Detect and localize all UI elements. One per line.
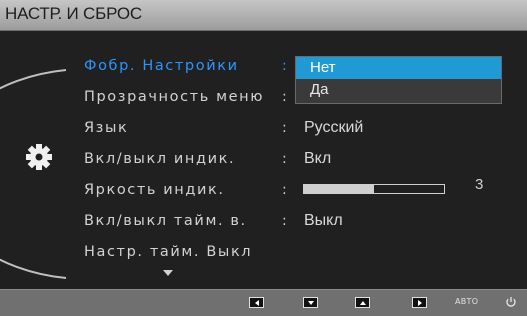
right-arrow-icon xyxy=(417,299,422,306)
left-arrow-icon xyxy=(254,299,259,306)
separator: : xyxy=(282,89,287,105)
menu-item-power-indicator[interactable]: Вкл/выкл индик. xyxy=(84,148,235,170)
down-arrow-icon xyxy=(307,300,314,305)
separator: : xyxy=(282,58,287,74)
dropdown-option-no[interactable]: Нет xyxy=(296,57,501,79)
up-button[interactable] xyxy=(355,297,370,308)
title-bar: НАСТР. И СБРОС xyxy=(0,0,527,31)
page-title: НАСТР. И СБРОС xyxy=(5,4,142,23)
gear-icon xyxy=(26,144,52,170)
enter-button[interactable] xyxy=(412,297,427,308)
brightness-slider-fill xyxy=(304,185,374,193)
down-button[interactable] xyxy=(303,297,318,308)
separator: : xyxy=(282,120,287,136)
auto-button[interactable]: АВТО xyxy=(455,297,478,306)
language-value: Русский xyxy=(304,119,364,136)
brightness-slider[interactable] xyxy=(303,184,445,194)
menu-item-off-timer-setting[interactable]: Настр. тайм. Выкл xyxy=(84,241,252,263)
menu-item-language[interactable]: Язык xyxy=(84,117,128,139)
menu-item-reset[interactable]: Фобр. Настройки xyxy=(84,55,239,77)
off-timer-value: Выкл xyxy=(304,212,343,229)
chevron-down-icon[interactable] xyxy=(163,270,173,276)
dropdown-option-yes[interactable]: Да xyxy=(296,79,501,101)
left-button[interactable] xyxy=(249,297,264,308)
menu-arc xyxy=(0,69,67,279)
power-icon[interactable] xyxy=(505,296,517,308)
menu-item-indicator-brightness[interactable]: Яркость индик. xyxy=(84,179,225,201)
menu-item-menu-transparency[interactable]: Прозрачность меню xyxy=(84,86,264,108)
power-indicator-value: Вкл xyxy=(304,150,332,167)
separator: : xyxy=(282,151,287,167)
separator: : xyxy=(282,213,287,229)
osd-menu: НАСТР. И СБРОС Фобр. Настройки : Прозрач… xyxy=(0,0,527,316)
up-arrow-icon xyxy=(359,300,366,305)
button-guide-bar: АВТО xyxy=(0,289,527,316)
reset-dropdown[interactable]: Нет Да xyxy=(295,56,502,104)
separator: : xyxy=(282,182,287,198)
brightness-value: 3 xyxy=(475,176,484,193)
menu-item-off-timer-onoff[interactable]: Вкл/выкл тайм. в. xyxy=(84,210,247,232)
